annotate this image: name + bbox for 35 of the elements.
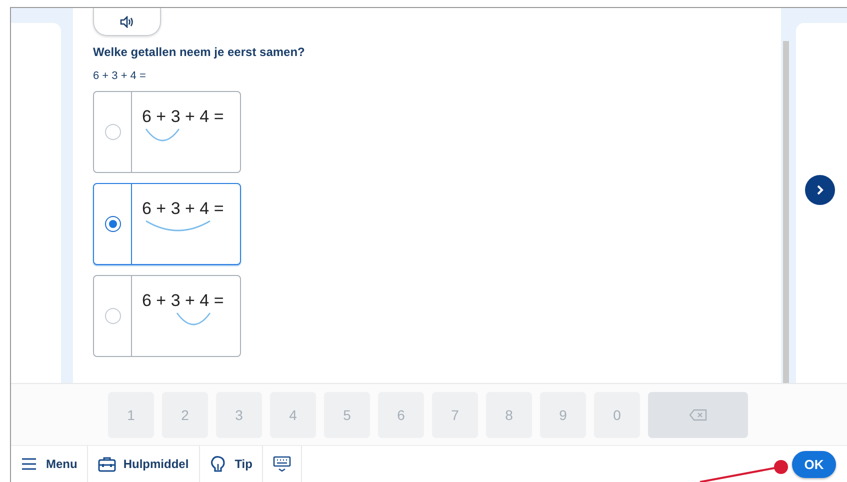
chevron-right-icon: [814, 184, 824, 196]
digit-key[interactable]: 2: [162, 392, 208, 438]
keyboard-icon: [273, 456, 292, 472]
digit-key[interactable]: 7: [432, 392, 478, 438]
lightbulb-icon: [210, 456, 228, 472]
answer-option[interactable]: 6 + 3 + 4 =: [93, 183, 241, 265]
radio-button[interactable]: [104, 308, 120, 324]
digit-key[interactable]: 0: [594, 392, 640, 438]
toolbox-icon: [98, 456, 116, 472]
equation-text: 6 + 3 + 4 =: [142, 107, 224, 127]
equation-text: 6 + 3 + 4 =: [142, 199, 224, 219]
digit-key[interactable]: 8: [486, 392, 532, 438]
answer-option[interactable]: 6 + 3 + 4 =: [93, 275, 241, 357]
grouping-arc: [176, 312, 211, 326]
next-button[interactable]: [804, 175, 834, 205]
speaker-icon: [120, 16, 134, 28]
scrollbar[interactable]: [783, 41, 789, 383]
digit-key[interactable]: 4: [270, 392, 316, 438]
digit-key[interactable]: 9: [540, 392, 586, 438]
sum-text: 6 + 3 + 4 =: [93, 70, 146, 82]
ok-button[interactable]: OK: [792, 450, 836, 478]
answer-option[interactable]: 6 + 3 + 4 =: [93, 91, 241, 173]
backspace-icon: [689, 408, 707, 420]
digit-key[interactable]: 1: [108, 392, 154, 438]
digit-key[interactable]: 5: [324, 392, 370, 438]
equation-text: 6 + 3 + 4 =: [142, 291, 224, 311]
grouping-arc: [145, 220, 211, 232]
grouping-arc: [145, 128, 180, 142]
digit-key[interactable]: 3: [216, 392, 262, 438]
audio-button[interactable]: [93, 8, 161, 36]
question-text: Welke getallen neem je eerst samen?: [93, 45, 305, 59]
radio-button[interactable]: [104, 124, 120, 140]
digit-key[interactable]: 6: [378, 392, 424, 438]
radio-button[interactable]: [104, 216, 120, 232]
menu-icon: [21, 456, 39, 472]
